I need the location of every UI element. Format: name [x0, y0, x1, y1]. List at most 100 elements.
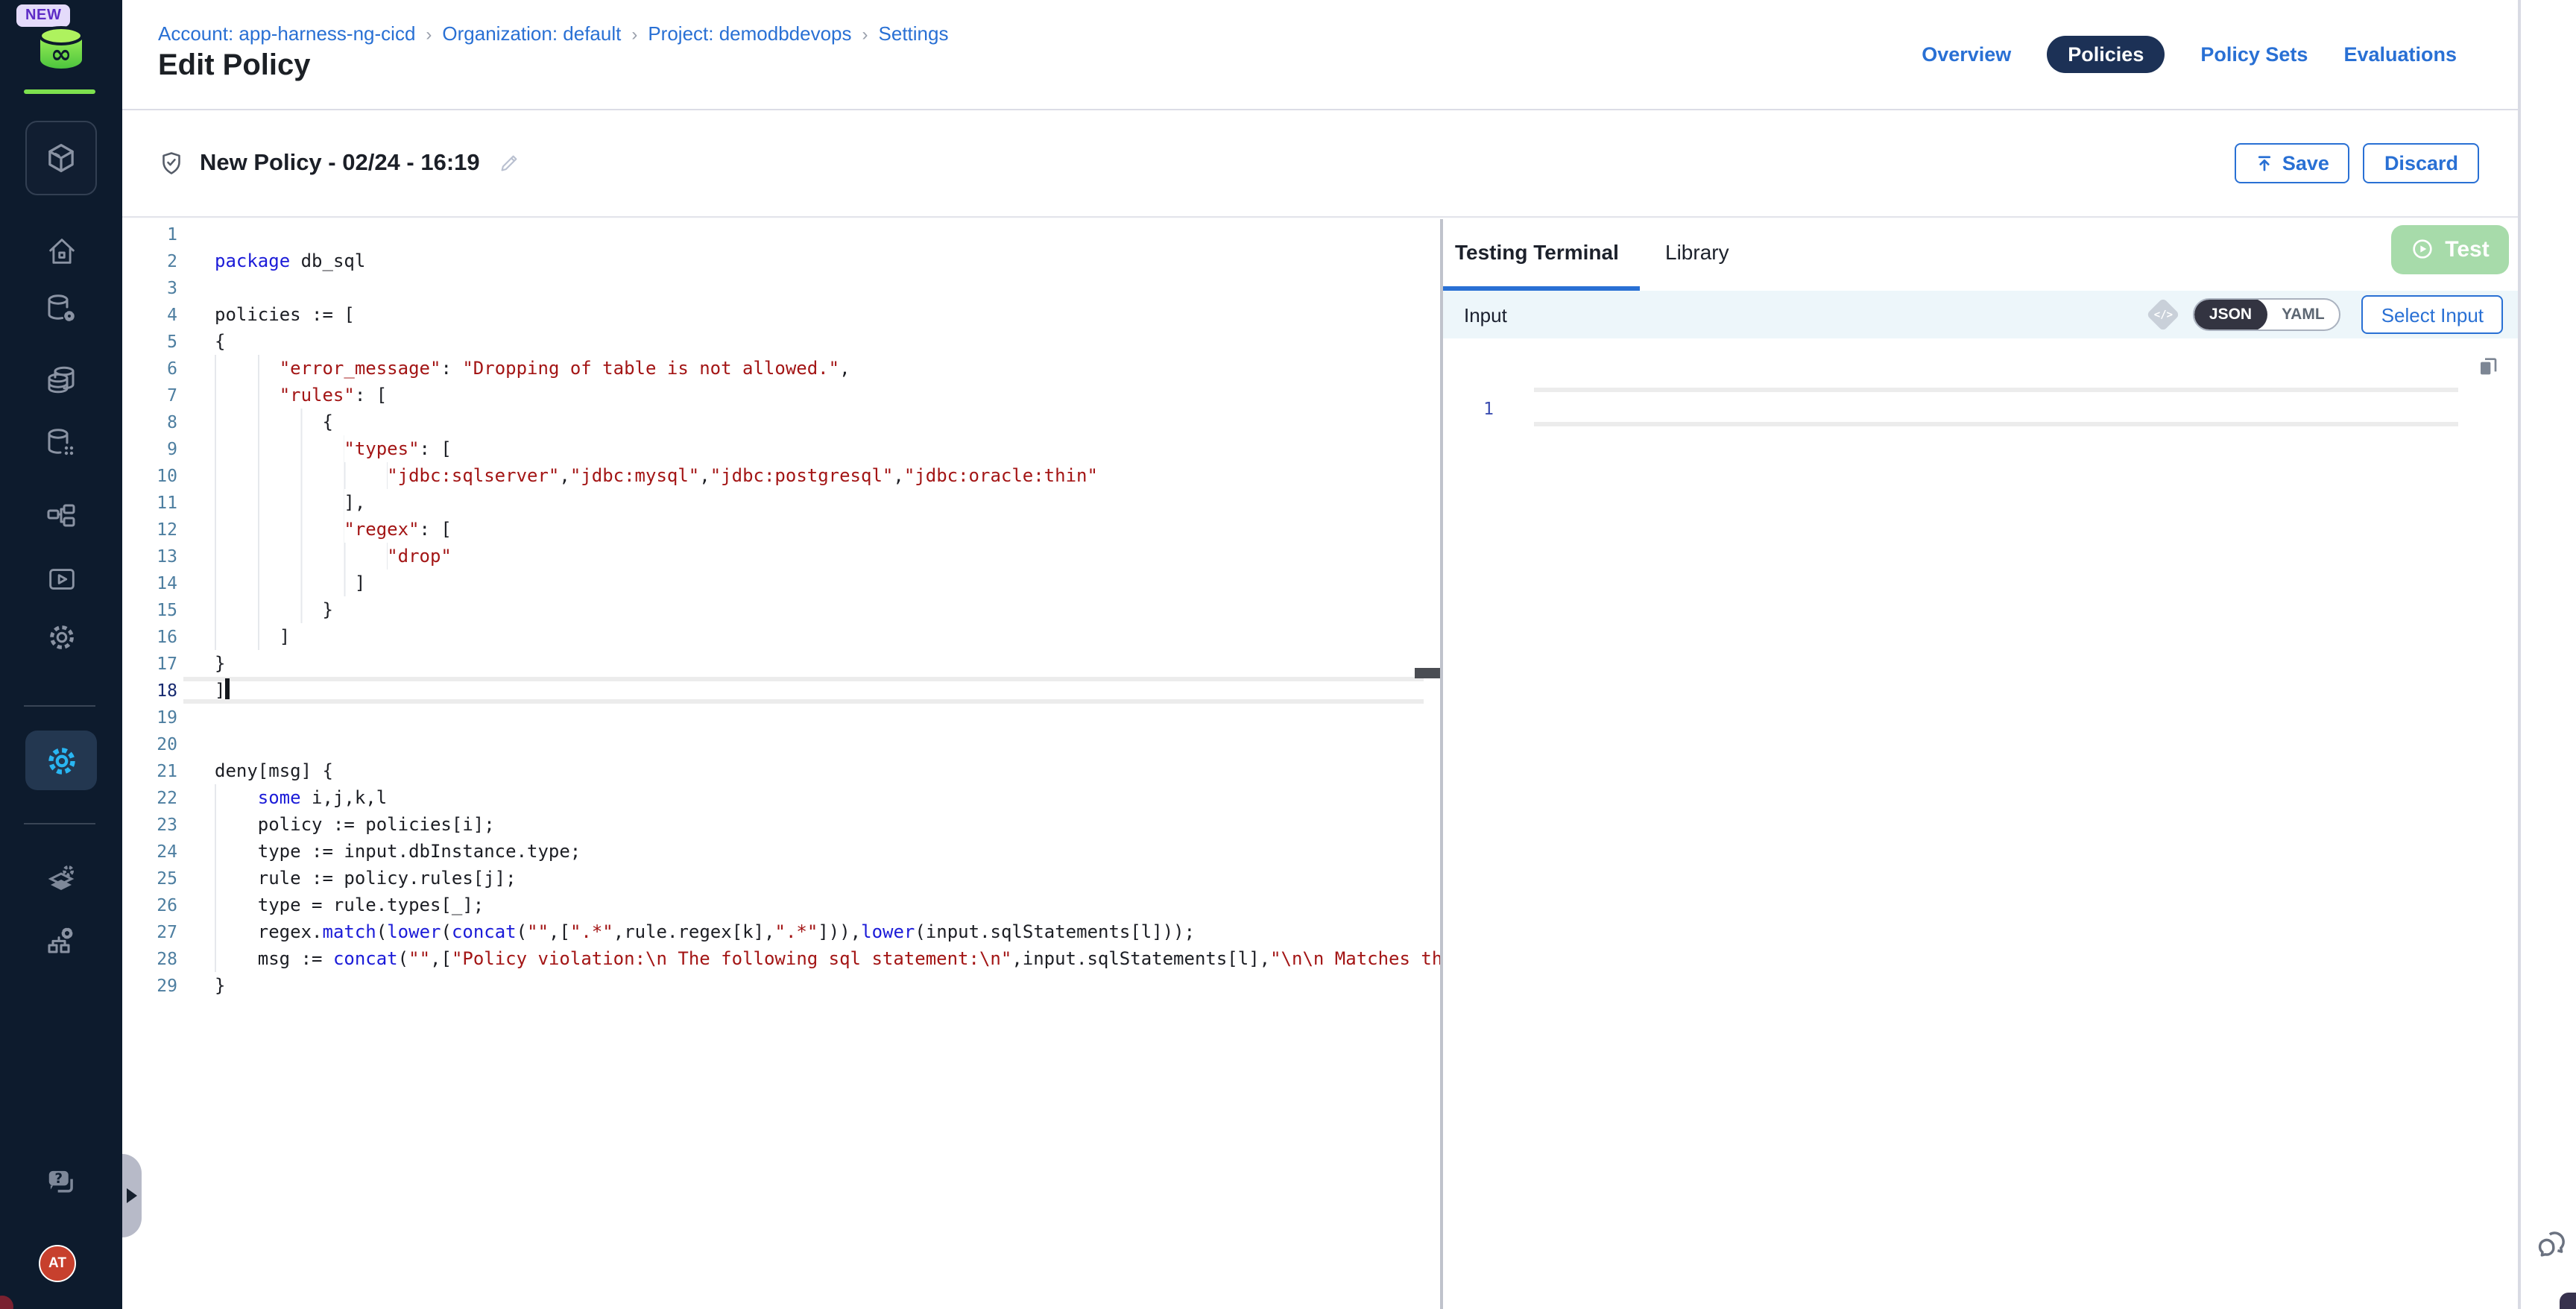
code-line-17[interactable]: 17} [122, 649, 1440, 676]
select-input-button[interactable]: Select Input [2362, 295, 2503, 334]
code-lines[interactable]: 12package db_sql34policies := [5{6"error… [122, 218, 1440, 998]
page-title: Edit Policy [158, 49, 311, 83]
input-active-line[interactable] [1534, 388, 2458, 426]
tab-evaluations[interactable]: Evaluations [2343, 42, 2457, 65]
toggle-json[interactable]: JSON [2194, 298, 2267, 331]
sidebar-item-org-settings[interactable] [0, 912, 122, 969]
chat-bubbles-icon[interactable] [2532, 1226, 2571, 1264]
code-text: policy := policies[i]; [215, 810, 495, 837]
breadcrumb-separator: › [631, 23, 637, 44]
svg-text:∞: ∞ [51, 40, 72, 69]
code-line-2[interactable]: 2package db_sql [122, 247, 1440, 274]
breadcrumb-project[interactable]: Project: demodbdevops [648, 22, 851, 45]
code-line-22[interactable]: 22some i,j,k,l [122, 783, 1440, 810]
code-line-24[interactable]: 24type := input.dbInstance.type; [122, 837, 1440, 864]
code-line-5[interactable]: 5{ [122, 327, 1440, 354]
line-number: 16 [122, 622, 177, 649]
test-button[interactable]: Test [2391, 224, 2509, 274]
code-line-11[interactable]: 11], [122, 488, 1440, 515]
edit-pencil-icon[interactable] [498, 152, 520, 174]
sidebar-item-pipelines[interactable] [0, 488, 122, 544]
line-number: 10 [122, 461, 177, 488]
code-text: { [215, 327, 225, 354]
tab-policy-sets[interactable]: Policy Sets [2200, 42, 2308, 65]
sidebar-item-database-instances[interactable] [0, 414, 122, 471]
sidebar-item-database-settings[interactable] [0, 280, 122, 337]
code-text: "jdbc:sqlserver","jdbc:mysql","jdbc:post… [215, 461, 1098, 488]
cube-icon [42, 139, 80, 177]
code-line-26[interactable]: 26type = rule.types[_]; [122, 891, 1440, 918]
code-line-8[interactable]: 8{ [122, 408, 1440, 435]
gear-active-icon [42, 742, 80, 779]
line-number: 15 [122, 596, 177, 622]
code-line-16[interactable]: 16] [122, 622, 1440, 649]
code-line-18[interactable]: 18] [122, 676, 1440, 703]
code-line-15[interactable]: 15} [122, 596, 1440, 622]
sidebar-divider-green [24, 89, 95, 94]
code-line-21[interactable]: 21deny[msg] { [122, 757, 1440, 783]
code-text: "types": [ [215, 435, 452, 461]
copy-icon[interactable] [2476, 353, 2500, 379]
policy-code-editor[interactable]: 12package db_sql34policies := [5{6"error… [122, 218, 1440, 1308]
svg-text:?: ? [54, 1171, 63, 1187]
code-line-6[interactable]: 6"error_message": "Dropping of table is … [122, 354, 1440, 381]
tab-policies-active[interactable]: Policies [2047, 35, 2165, 72]
corner-notification-badge [0, 1296, 13, 1309]
line-number: 4 [122, 300, 177, 327]
upload-arrow-icon [2255, 154, 2273, 173]
save-button[interactable]: Save [2235, 143, 2350, 183]
input-editor[interactable]: 1 [1443, 338, 2518, 1308]
code-line-13[interactable]: 13"drop" [122, 542, 1440, 569]
code-text: } [215, 971, 225, 998]
breadcrumb-organization[interactable]: Organization: default [442, 22, 621, 45]
code-line-4[interactable]: 4policies := [ [122, 300, 1440, 327]
line-number: 23 [122, 810, 177, 837]
code-line-28[interactable]: 28msg := concat("",["Policy violation:\n… [122, 944, 1440, 971]
code-line-25[interactable]: 25rule := policy.rules[j]; [122, 864, 1440, 891]
code-line-20[interactable]: 20 [122, 730, 1440, 757]
code-line-29[interactable]: 29} [122, 971, 1440, 998]
code-line-1[interactable]: 1 [122, 220, 1440, 247]
code-text: "rules": [ [215, 381, 387, 408]
line-number: 12 [122, 515, 177, 542]
policy-name: New Policy - 02/24 - 16:19 [200, 150, 480, 177]
code-format-icon[interactable]: </> [2146, 297, 2179, 331]
code-line-9[interactable]: 9"types": [ [122, 435, 1440, 461]
breadcrumb-settings[interactable]: Settings [879, 22, 949, 45]
editor-panel-divider[interactable] [1440, 218, 1443, 1308]
code-line-19[interactable]: 19 [122, 703, 1440, 730]
tab-testing-terminal[interactable]: Testing Terminal [1455, 218, 1619, 286]
sidebar-item-module-selector[interactable] [25, 121, 97, 195]
line-number: 11 [122, 488, 177, 515]
toggle-yaml[interactable]: YAML [2267, 298, 2340, 331]
sidebar-item-layers-settings[interactable] [0, 850, 122, 906]
sidebar-item-database-stack[interactable] [0, 352, 122, 409]
user-avatar[interactable]: AT [39, 1245, 76, 1282]
corner-widget[interactable] [2560, 1293, 2576, 1309]
sidebar-expand-handle[interactable] [122, 1154, 142, 1237]
code-line-14[interactable]: 14] [122, 569, 1440, 596]
code-line-10[interactable]: 10 "jdbc:sqlserver","jdbc:mysql","jdbc:po… [122, 461, 1440, 488]
discard-button[interactable]: Discard [2364, 143, 2479, 183]
code-line-12[interactable]: 12"regex": [ [122, 515, 1440, 542]
code-line-3[interactable]: 3 [122, 274, 1440, 300]
code-text: "error_message": "Dropping of table is n… [215, 354, 850, 381]
tab-overview[interactable]: Overview [1922, 42, 2011, 65]
sidebar-item-help[interactable]: ? [0, 1154, 122, 1211]
code-line-7[interactable]: 7"rules": [ [122, 381, 1440, 408]
harness-db-devops-logo[interactable]: ∞ [36, 24, 86, 75]
sidebar-item-executions[interactable] [0, 550, 122, 607]
sidebar-item-settings-active[interactable] [25, 731, 97, 790]
line-number: 8 [122, 408, 177, 435]
line-number: 22 [122, 783, 177, 810]
sidebar-item-settings-outline[interactable] [0, 608, 122, 665]
code-line-27[interactable]: 27regex.match(lower(concat("",[".*",rule… [122, 918, 1440, 944]
tab-library[interactable]: Library [1665, 218, 1729, 286]
breadcrumb-account[interactable]: Account: app-harness-ng-cicd [158, 22, 415, 45]
code-text: regex.match(lower(concat("",[".*",rule.r… [215, 918, 1195, 944]
editor-scrollbar-thumb[interactable] [1415, 667, 1440, 678]
line-number: 24 [122, 837, 177, 864]
sidebar-item-home[interactable] [0, 222, 122, 279]
breadcrumb: Account: app-harness-ng-cicd › Organizat… [158, 22, 949, 45]
code-line-23[interactable]: 23 policy := policies[i]; [122, 810, 1440, 837]
